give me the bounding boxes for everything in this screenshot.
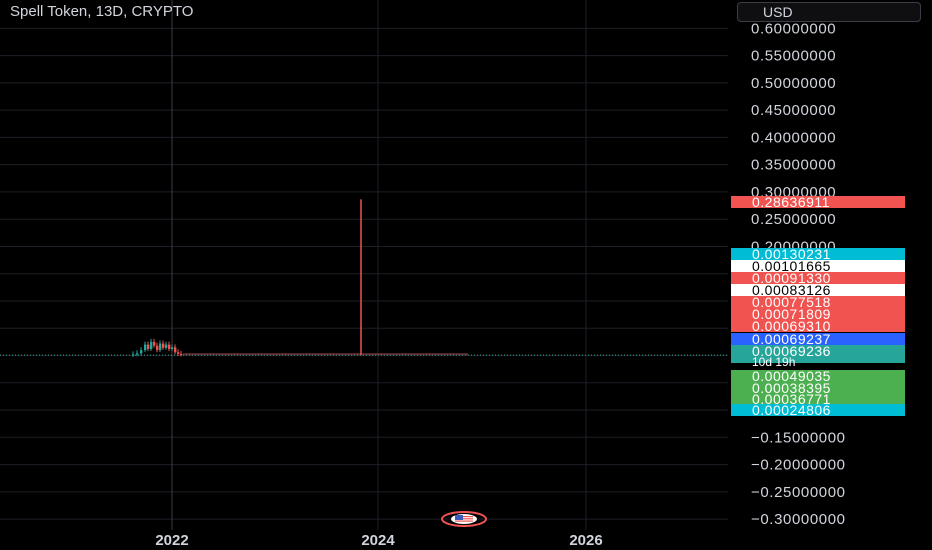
candle-11: [168, 344, 171, 349]
y-tick-label: 0.55000000: [751, 48, 836, 65]
candle-15: [180, 353, 183, 355]
price-label: 0.28636911: [752, 194, 830, 210]
y-tick-label: −0.25000000: [751, 484, 846, 501]
candle-8: [159, 343, 162, 351]
y-tick-label: 0.25000000: [751, 211, 836, 228]
y-tick-label: 0.35000000: [751, 157, 836, 174]
candle-9: [162, 343, 165, 348]
candle-4: [147, 344, 150, 349]
x-tick-label: 2024: [361, 532, 395, 549]
countdown-label: 10d 19h: [752, 355, 795, 369]
candle-7: [156, 345, 159, 351]
candle-2: [140, 350, 143, 354]
candle-10: [165, 344, 168, 348]
y-tick-label: −0.30000000: [751, 511, 846, 528]
y-tick-label: 0.60000000: [751, 20, 836, 37]
y-tick-label: −0.20000000: [751, 457, 846, 474]
y-tick-label: −0.15000000: [751, 429, 846, 446]
candle-3: [144, 344, 147, 351]
price-label: 0.00024806: [752, 402, 831, 418]
currency-selector[interactable]: USD: [737, 2, 921, 22]
y-tick-label: 0.40000000: [751, 129, 836, 146]
us-flag-icon[interactable]: [441, 511, 487, 527]
price-chart[interactable]: 0.60000000 0.55000000 0.50000000 0.45000000…: [0, 0, 932, 550]
candle-6: [153, 341, 156, 346]
candle-13: [174, 347, 177, 353]
candle-12: [171, 347, 174, 349]
y-tick-label: 0.50000000: [751, 75, 836, 92]
y-tick-label: 0.45000000: [751, 102, 836, 119]
x-tick-label: 2026: [569, 532, 602, 549]
candle-0: [132, 354, 135, 356]
candle-1: [136, 353, 139, 355]
chart-title: Spell Token, 13D, CRYPTO: [10, 3, 194, 20]
candle-5: [150, 341, 153, 349]
candle-14: [177, 352, 180, 354]
x-tick-label: 2022: [155, 532, 188, 549]
